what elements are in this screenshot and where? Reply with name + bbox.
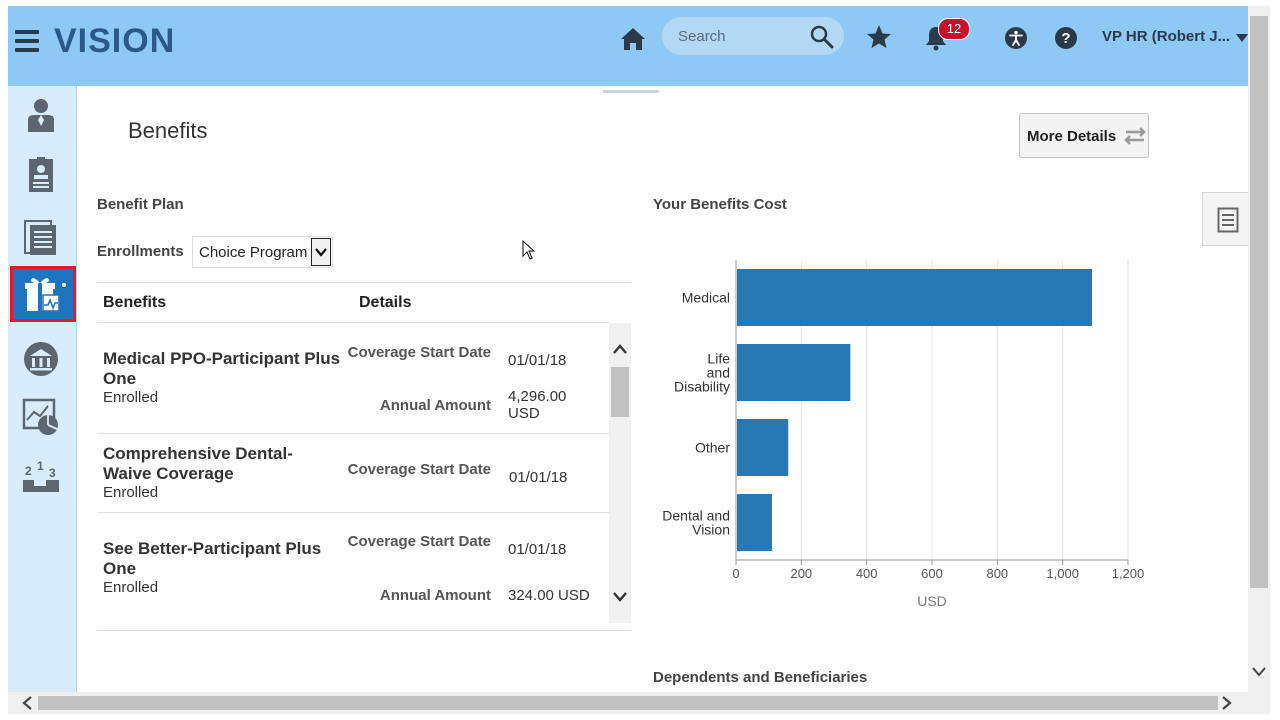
detail-label: Annual Amount: [379, 397, 491, 414]
sidebar: 2 1 3: [8, 86, 77, 692]
svg-text:1: 1: [37, 459, 44, 473]
navigator-menu-icon[interactable]: [15, 30, 39, 52]
person-icon[interactable]: [22, 96, 60, 134]
chevron-up-icon[interactable]: [612, 343, 628, 355]
detail-label: Coverage Start Date: [347, 533, 491, 550]
table-row[interactable]: See Better-Participant Plus One Enrolled…: [97, 513, 609, 623]
detail-value: 01/01/18: [509, 469, 568, 486]
table-top-border: [97, 282, 631, 283]
user-menu[interactable]: VP HR (Robert J...: [1102, 28, 1230, 45]
detail-label: Coverage Start Date: [347, 344, 491, 361]
logo: VISION: [54, 22, 176, 60]
chevron-down-icon[interactable]: [1252, 666, 1266, 678]
category-label: Medical: [682, 290, 730, 306]
bank-icon[interactable]: [22, 340, 60, 378]
bar[interactable]: [737, 344, 851, 401]
chevron-down-icon: [315, 248, 327, 257]
pie-chart-icon[interactable]: [22, 398, 60, 436]
search-icon[interactable]: [810, 25, 834, 49]
table-scrollbar[interactable]: [609, 323, 631, 623]
page-horizontal-scrollbar[interactable]: [8, 692, 1270, 714]
benefit-status: Enrolled: [103, 389, 159, 406]
global-header: VISION 12 ? VP HR (Robert J...: [8, 6, 1248, 86]
x-axis-label: USD: [917, 593, 947, 609]
category-label: Other: [695, 440, 730, 456]
table-scrollbar-thumb[interactable]: [611, 367, 629, 417]
id-badge-icon[interactable]: [22, 156, 60, 194]
benefit-plan-heading: Benefit Plan: [97, 196, 184, 213]
table-row[interactable]: Comprehensive Dental-Waive Coverage Enro…: [97, 434, 609, 513]
table-row[interactable]: Medical PPO-Participant Plus One Enrolle…: [97, 323, 609, 434]
page-vertical-scrollbar[interactable]: [1248, 6, 1270, 692]
benefits-table-body: Medical PPO-Participant Plus One Enrolle…: [97, 323, 609, 623]
benefit-status: Enrolled: [103, 579, 159, 596]
detail-value: 324.00 USD: [508, 587, 590, 604]
detail-label: Annual Amount: [379, 587, 491, 604]
detail-label: Coverage Start Date: [347, 461, 491, 478]
search-input[interactable]: [676, 25, 810, 47]
sidebar-item-benefits[interactable]: [10, 266, 76, 322]
bar[interactable]: [737, 419, 789, 476]
x-tick-label: 0: [732, 566, 739, 581]
search-box: [662, 17, 844, 55]
x-tick-label: 600: [921, 566, 943, 581]
chart-title: Your Benefits Cost: [653, 196, 787, 213]
benefits-cost-chart: 0 200 400 600 800 1,000 1,200USDMedicalLifeand…: [662, 260, 1145, 609]
enrollments-label: Enrollments: [97, 243, 184, 260]
category-label: Vision: [692, 522, 730, 538]
x-tick-label: 800: [986, 566, 1008, 581]
category-label: Disability: [674, 379, 730, 395]
x-tick-label: 200: [790, 566, 812, 581]
benefits-gift-icon: [25, 278, 66, 312]
svg-text:2: 2: [25, 464, 32, 478]
benefit-name[interactable]: Comprehensive Dental-Waive Coverage: [103, 444, 323, 484]
notification-count-badge[interactable]: 12: [938, 18, 970, 40]
page-vertical-scrollbar-thumb[interactable]: [1250, 16, 1268, 588]
detail-value: 01/01/18: [508, 352, 567, 369]
x-tick-label: 400: [856, 566, 878, 581]
mouse-cursor-icon: [522, 240, 536, 260]
dependents-heading: Dependents and Beneficiaries: [653, 669, 868, 686]
bar[interactable]: [737, 494, 772, 551]
column-header-benefits[interactable]: Benefits: [103, 294, 166, 312]
chevron-down-icon[interactable]: [1236, 34, 1248, 42]
chevron-left-icon[interactable]: [22, 696, 34, 710]
enrollments-select[interactable]: Choice Program: [192, 236, 333, 268]
more-details-label: More Details: [1027, 128, 1117, 145]
document-list-icon[interactable]: [22, 218, 60, 256]
svg-text:3: 3: [49, 466, 56, 480]
side-panel-button[interactable]: [1202, 192, 1248, 246]
drag-handle[interactable]: [603, 90, 659, 93]
chevron-down-icon[interactable]: [612, 591, 628, 603]
column-header-details[interactable]: Details: [359, 294, 411, 312]
page-horizontal-scrollbar-thumb[interactable]: [38, 696, 1218, 710]
detail-value: 4,296.00 USD: [508, 388, 567, 422]
swap-arrows-icon: [1124, 127, 1146, 145]
benefit-name[interactable]: See Better-Participant Plus One: [103, 539, 343, 579]
chevron-right-icon[interactable]: [1220, 696, 1232, 710]
accessibility-icon[interactable]: [1004, 26, 1028, 50]
bar[interactable]: [737, 269, 1093, 326]
document-panel-icon: [1217, 207, 1239, 233]
benefit-name[interactable]: Medical PPO-Participant Plus One: [103, 349, 343, 389]
enrollments-dropdown-button[interactable]: [311, 238, 331, 266]
ranking-podium-icon[interactable]: 2 1 3: [22, 458, 60, 496]
detail-value: 01/01/18: [508, 541, 567, 558]
favorites-star-icon[interactable]: [866, 24, 892, 50]
help-icon[interactable]: ?: [1054, 26, 1078, 50]
benefit-status: Enrolled: [103, 484, 159, 501]
enrollments-selected-value: Choice Program: [199, 244, 308, 261]
x-tick-label: 1,200: [1112, 566, 1145, 581]
page-title: Benefits: [128, 118, 208, 143]
more-details-button[interactable]: More Details: [1019, 113, 1149, 158]
table-bottom-border: [97, 630, 631, 631]
x-tick-label: 1,000: [1046, 566, 1079, 581]
svg-text:?: ?: [1061, 30, 1070, 47]
home-icon[interactable]: [620, 26, 646, 52]
